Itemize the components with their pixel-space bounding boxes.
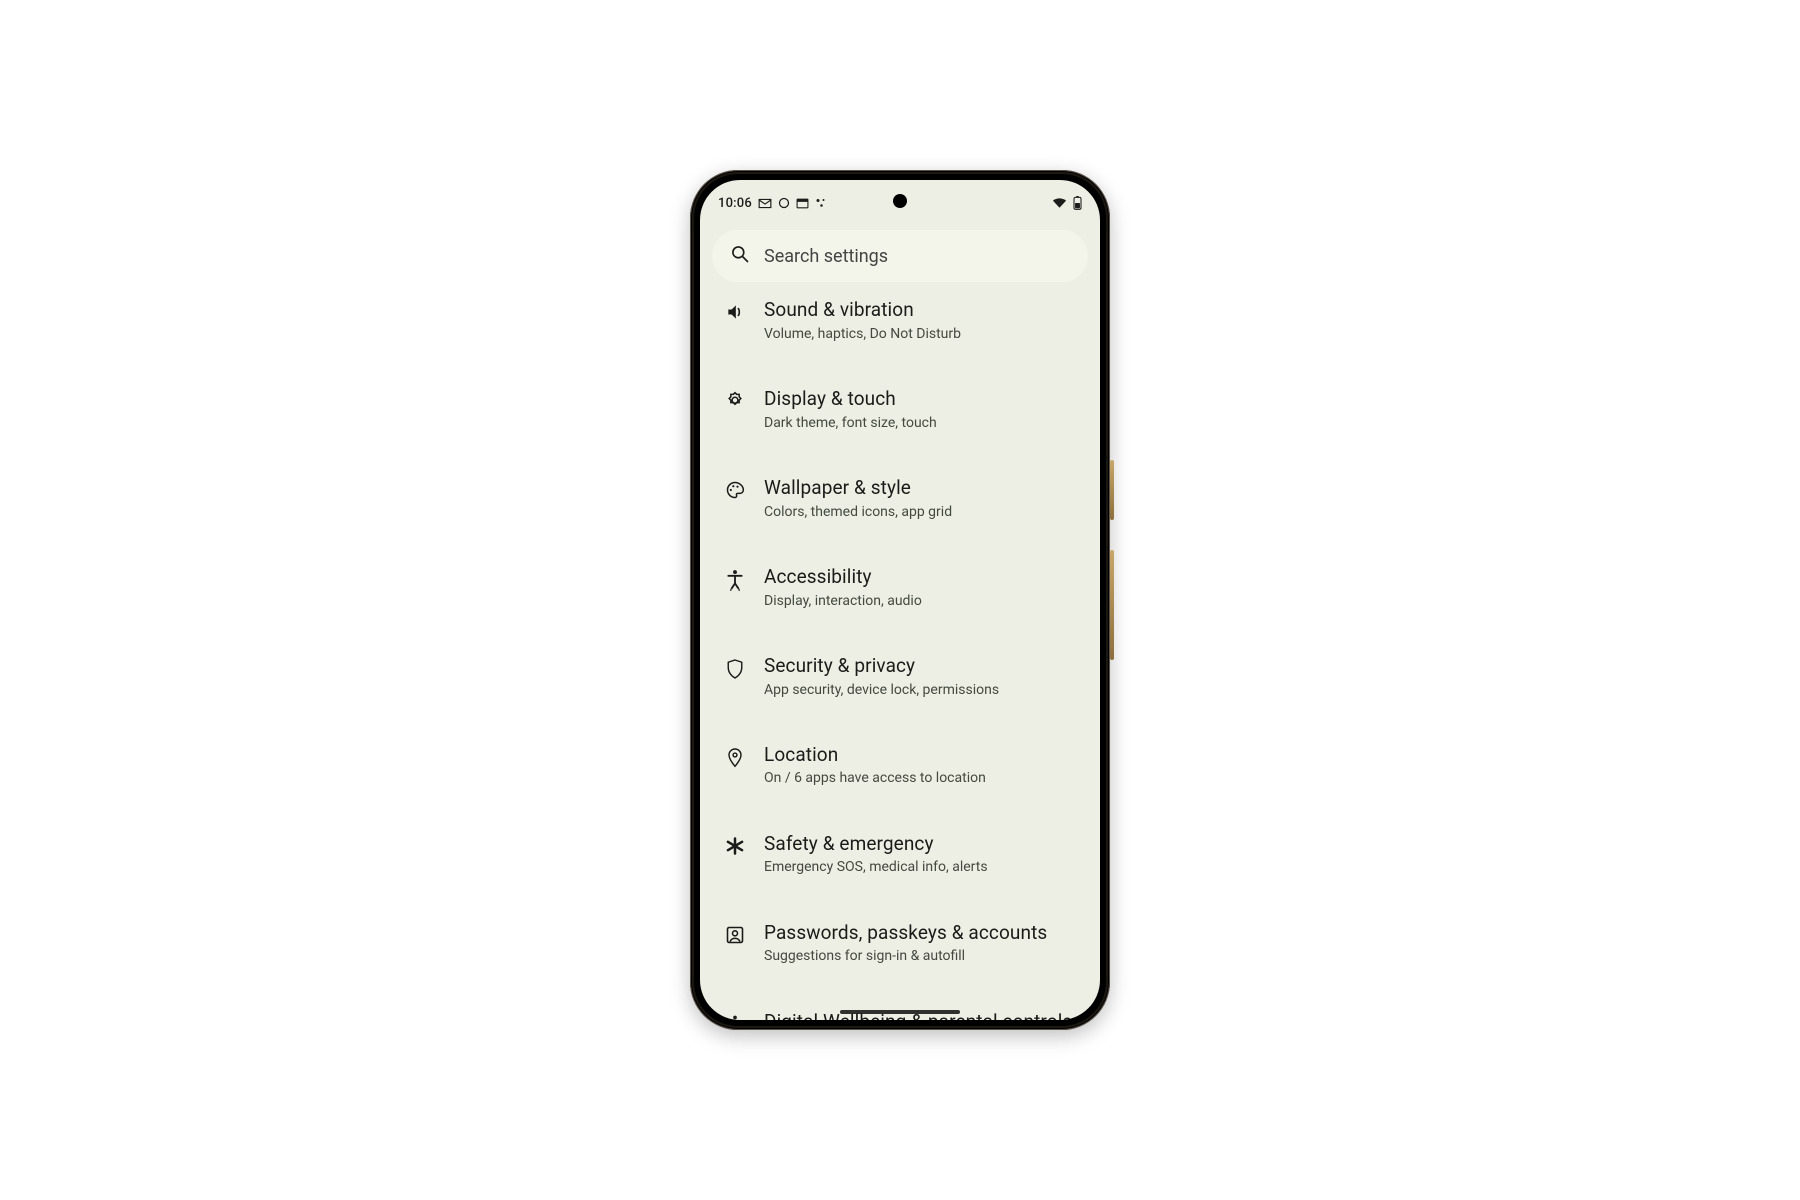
item-subtitle: Display, interaction, audio	[764, 592, 1080, 610]
item-subtitle: Colors, themed icons, app grid	[764, 503, 1080, 521]
settings-item-accessibility[interactable]: Accessibility Display, interaction, audi…	[704, 543, 1096, 632]
accessibility-icon	[725, 569, 745, 595]
shield-icon	[726, 658, 744, 684]
item-title: Location	[764, 743, 1080, 767]
palette-icon	[725, 480, 745, 504]
item-subtitle: On / 6 apps have access to location	[764, 769, 1080, 787]
settings-item-sound[interactable]: Sound & vibration Volume, haptics, Do No…	[704, 290, 1096, 365]
asterisk-icon	[725, 836, 745, 860]
search-settings[interactable]: Search settings	[712, 230, 1088, 282]
gmail-icon	[758, 198, 772, 209]
item-title: Display & touch	[764, 387, 1080, 411]
phone-frame: 10:06	[690, 170, 1110, 1030]
camera-hole	[893, 194, 907, 208]
settings-item-passwords[interactable]: Passwords, passkeys & accounts Suggestio…	[704, 899, 1096, 988]
item-title: Wallpaper & style	[764, 476, 1080, 500]
location-pin-icon	[726, 747, 744, 773]
search-icon	[730, 244, 750, 268]
settings-item-location[interactable]: Location On / 6 apps have access to loca…	[704, 721, 1096, 810]
item-subtitle: App security, device lock, permissions	[764, 681, 1080, 699]
settings-item-safety[interactable]: Safety & emergency Emergency SOS, medica…	[704, 810, 1096, 899]
rectangle-icon	[796, 198, 809, 209]
power-button[interactable]	[1110, 460, 1114, 520]
item-title: Accessibility	[764, 565, 1080, 589]
wifi-icon	[1052, 197, 1067, 209]
screen: 10:06	[700, 180, 1100, 1020]
search-placeholder: Search settings	[764, 246, 888, 267]
item-subtitle: Volume, haptics, Do Not Disturb	[764, 325, 1080, 343]
account-box-icon	[725, 925, 745, 949]
settings-item-wallpaper[interactable]: Wallpaper & style Colors, themed icons, …	[704, 454, 1096, 543]
item-title: Sound & vibration	[764, 298, 1080, 322]
wellbeing-icon	[725, 1014, 745, 1021]
battery-icon	[1073, 196, 1082, 210]
volume-icon	[725, 302, 745, 326]
volume-button[interactable]	[1110, 550, 1114, 660]
dots-cluster-icon	[815, 197, 827, 209]
item-title: Passwords, passkeys & accounts	[764, 921, 1080, 945]
settings-item-wellbeing[interactable]: Digital Wellbeing & parental controls Sc…	[704, 988, 1096, 1021]
circle-outline-icon	[778, 197, 790, 209]
item-subtitle: Dark theme, font size, touch	[764, 414, 1080, 432]
item-subtitle: Emergency SOS, medical info, alerts	[764, 858, 1080, 876]
item-subtitle: Suggestions for sign-in & autofill	[764, 947, 1080, 965]
status-time: 10:06	[718, 196, 752, 211]
item-title: Safety & emergency	[764, 832, 1080, 856]
brightness-icon	[725, 391, 745, 415]
settings-item-security[interactable]: Security & privacy App security, device …	[704, 632, 1096, 721]
settings-item-display[interactable]: Display & touch Dark theme, font size, t…	[704, 365, 1096, 454]
gesture-nav-bar[interactable]	[840, 1010, 960, 1014]
item-title: Security & privacy	[764, 654, 1080, 678]
settings-list[interactable]: Sound & vibration Volume, haptics, Do No…	[700, 290, 1100, 1020]
